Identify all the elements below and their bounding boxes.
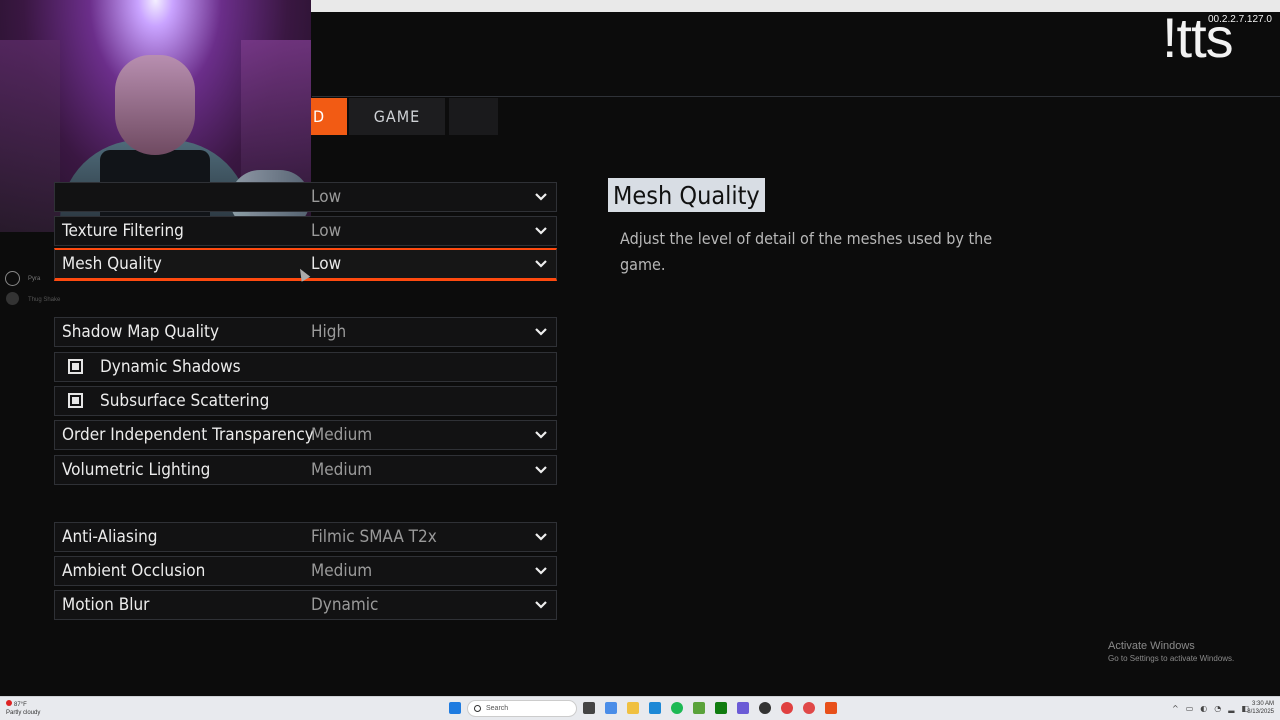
detail-description: Adjust the level of detail of the meshes…	[620, 229, 993, 274]
setting-label: Anti-Aliasing	[62, 527, 158, 547]
task-view-icon[interactable]	[583, 702, 595, 714]
checkbox-label: Subsurface Scattering	[100, 391, 270, 411]
obs-icon[interactable]	[737, 702, 749, 714]
setting-label: Order Independent Transparency	[62, 425, 314, 445]
weather-widget[interactable]: 87°F Partly cloudy	[6, 700, 40, 717]
start-windows-icon[interactable]	[449, 702, 461, 714]
weather-icon	[6, 700, 12, 706]
minecraft-icon[interactable]	[693, 702, 705, 714]
clock-time: 3:30 AM	[1251, 701, 1274, 707]
system-tray-icons[interactable]: ^▭◐◔▂◧	[1172, 704, 1256, 713]
setting-row-texture-filtering[interactable]: Texture Filtering Low	[54, 216, 557, 246]
setting-label: Motion Blur	[62, 595, 150, 615]
tab-game[interactable]: GAME	[349, 98, 445, 135]
setting-value: High	[311, 322, 347, 342]
setting-value: Low	[311, 187, 342, 207]
clock[interactable]: 3:30 AM 8/13/2025	[1247, 700, 1274, 716]
setting-row-dynamic-shadows[interactable]: Dynamic Shadows	[54, 352, 557, 382]
search-icon	[474, 705, 481, 712]
chat-username: Thug Shake	[28, 297, 61, 303]
tab-graphics[interactable]: D	[311, 98, 347, 135]
chat-username: Pyra	[28, 276, 41, 282]
edge-icon[interactable]	[649, 702, 661, 714]
chevron-down-icon[interactable]	[534, 463, 548, 477]
tab-empty[interactable]	[449, 98, 498, 135]
setting-row-order-independent-transparency[interactable]: Order Independent Transparency Medium	[54, 420, 557, 450]
activation-title: Activate Windows	[1108, 640, 1195, 652]
setting-value: Medium	[311, 425, 373, 445]
setting-label: Ambient Occlusion	[62, 561, 206, 581]
webcam-wall-left	[0, 40, 60, 232]
version-label: 00.2.2.7.127.0	[1208, 14, 1272, 25]
chevron-down-icon[interactable]	[534, 428, 548, 442]
activation-subtitle: Go to Settings to activate Windows.	[1108, 654, 1235, 663]
weather-desc: Partly cloudy	[6, 710, 41, 716]
taskbar-search-input[interactable]: Search	[467, 700, 577, 717]
chevron-down-icon[interactable]	[534, 564, 548, 578]
app-icon[interactable]	[759, 702, 771, 714]
setting-label: Shadow Map Quality	[62, 322, 219, 342]
chrome-icon[interactable]	[781, 702, 793, 714]
setting-row-motion-blur[interactable]: Motion Blur Dynamic	[54, 590, 557, 620]
setting-label: Mesh Quality	[62, 254, 162, 274]
copilot-icon[interactable]	[605, 702, 617, 714]
detail-title: Mesh Quality	[608, 178, 765, 212]
setting-row-subsurface-scattering[interactable]: Subsurface Scattering	[54, 386, 557, 416]
setting-value: Low	[311, 254, 342, 274]
windows-taskbar: 87°F Partly cloudy Search ^▭◐◔▂◧ 3:30 AM…	[0, 696, 1280, 720]
weather-temp: 87°F	[14, 702, 27, 708]
chat-avatar-icon	[6, 292, 19, 305]
chat-avatar-icon	[5, 271, 20, 286]
setting-value: Medium	[311, 561, 373, 581]
chrome-profile-icon[interactable]	[803, 702, 815, 714]
checkbox-checked[interactable]	[68, 393, 83, 408]
search-placeholder: Search	[486, 705, 509, 712]
setting-value: Dynamic	[311, 595, 379, 615]
chevron-down-icon[interactable]	[534, 530, 548, 544]
setting-value: Filmic SMAA T2x	[311, 527, 437, 547]
file-explorer-icon[interactable]	[627, 702, 639, 714]
setting-row-ambient-occlusion[interactable]: Ambient Occlusion Medium	[54, 556, 557, 586]
chevron-down-icon[interactable]	[534, 190, 548, 204]
setting-row-shadow-map-quality[interactable]: Shadow Map Quality High	[54, 317, 557, 347]
chevron-down-icon[interactable]	[534, 257, 548, 271]
activation-watermark: Activate Windows Go to Settings to activ…	[1108, 640, 1234, 663]
webcam-person-head	[115, 55, 195, 155]
checkbox-label: Dynamic Shadows	[100, 357, 241, 377]
spotify-icon[interactable]	[671, 702, 683, 714]
chevron-down-icon[interactable]	[534, 325, 548, 339]
setting-row-volumetric-lighting[interactable]: Volumetric Lighting Medium	[54, 455, 557, 485]
setting-value: Low	[311, 221, 342, 241]
setting-row-anti-aliasing[interactable]: Anti-Aliasing Filmic SMAA T2x	[54, 522, 557, 552]
chevron-down-icon[interactable]	[534, 598, 548, 612]
header-divider	[312, 96, 1280, 97]
chevron-down-icon[interactable]	[534, 224, 548, 238]
setting-row-partial[interactable]: Low	[54, 182, 557, 212]
setting-label: Volumetric Lighting	[62, 460, 211, 480]
setting-label: Texture Filtering	[62, 221, 184, 241]
checkbox-checked[interactable]	[68, 359, 83, 374]
xbox-icon[interactable]	[715, 702, 727, 714]
clock-date: 8/13/2025	[1247, 709, 1274, 715]
game-icon[interactable]	[825, 702, 837, 714]
setting-value: Medium	[311, 460, 373, 480]
